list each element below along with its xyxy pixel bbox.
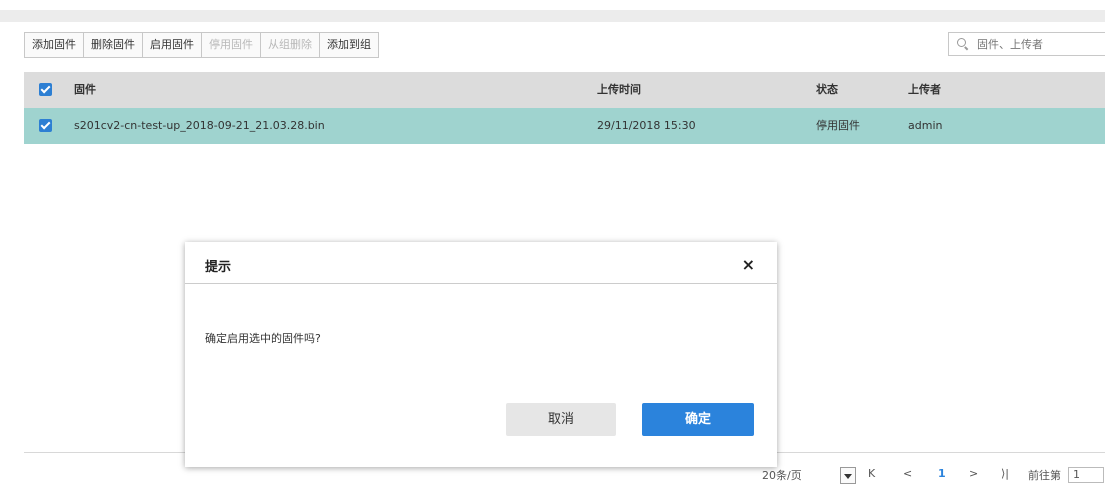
close-icon[interactable]: × xyxy=(742,256,755,274)
dialog-divider xyxy=(185,283,777,284)
confirm-dialog: 提示 × 确定启用选中的固件吗? 取消 确定 xyxy=(185,242,777,467)
dialog-title: 提示 xyxy=(205,260,232,275)
dialog-message: 确定启用选中的固件吗? xyxy=(205,332,321,345)
confirm-button[interactable]: 确定 xyxy=(642,403,754,436)
cancel-button[interactable]: 取消 xyxy=(506,403,616,436)
